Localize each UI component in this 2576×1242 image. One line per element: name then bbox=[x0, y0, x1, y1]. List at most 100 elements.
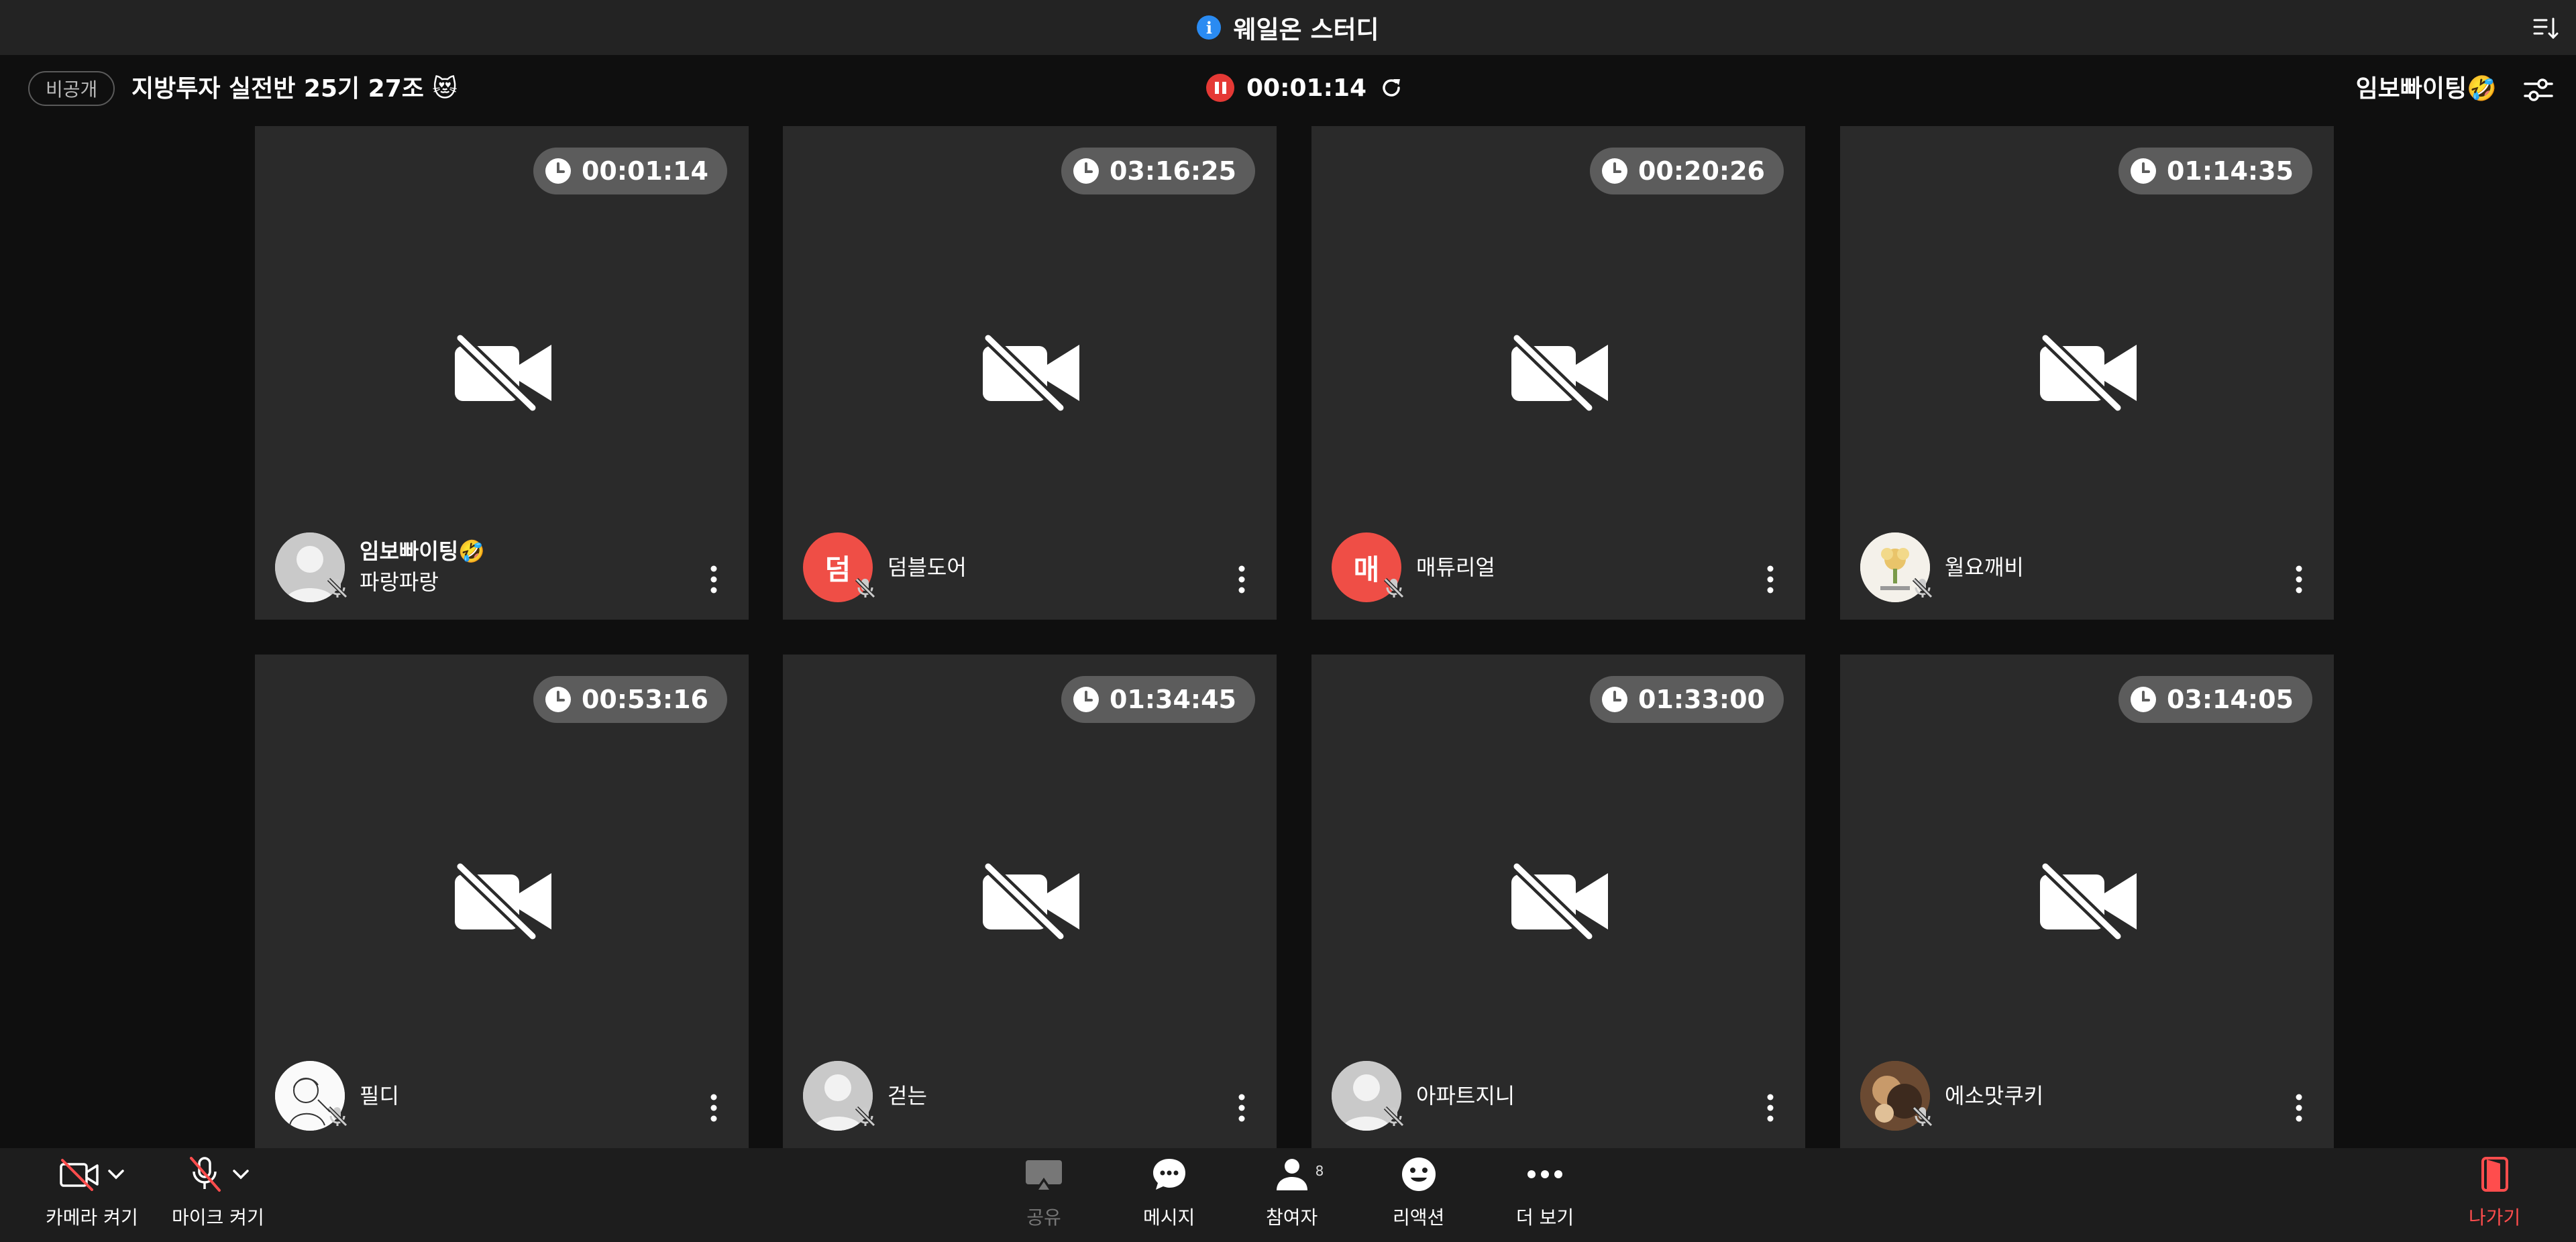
message-button[interactable]: 메시지 bbox=[1143, 1155, 1195, 1230]
mic-muted-icon bbox=[1912, 577, 1933, 599]
more-options-icon[interactable] bbox=[2295, 1093, 2303, 1123]
camera-toggle-button[interactable]: 카메라 켜기 bbox=[46, 1155, 138, 1230]
camera-off-icon bbox=[60, 1159, 99, 1191]
participant-tile[interactable]: 01:34:45 걷는 bbox=[783, 655, 1277, 1148]
clock-icon bbox=[1073, 158, 1099, 184]
more-dots-icon bbox=[1527, 1170, 1563, 1178]
more-options-icon[interactable] bbox=[1766, 1093, 1774, 1123]
participation-duration: 00:53:16 bbox=[533, 676, 727, 723]
more-options-icon[interactable] bbox=[710, 1093, 718, 1123]
meeting-toolbar: 카메라 켜기 마이크 켜기 공유 메시지 8 참여자 리액션 더 보기 나가기 bbox=[0, 1148, 2576, 1242]
camera-off-icon bbox=[454, 862, 551, 940]
duration-text: 01:14:35 bbox=[2166, 156, 2294, 186]
mic-toggle-button[interactable]: 마이크 켜기 bbox=[172, 1155, 264, 1230]
duration-text: 01:34:45 bbox=[1109, 685, 1236, 714]
participation-duration: 00:20:26 bbox=[1589, 148, 1784, 194]
chevron-down-icon[interactable] bbox=[107, 1168, 125, 1181]
chevron-down-icon[interactable] bbox=[231, 1168, 250, 1181]
duration-text: 03:16:25 bbox=[1109, 156, 1236, 186]
participant-name: 덤블도어 bbox=[888, 555, 967, 580]
mic-muted-icon bbox=[855, 1106, 876, 1127]
more-button[interactable]: 더 보기 bbox=[1516, 1155, 1574, 1230]
mic-off-icon bbox=[189, 1157, 221, 1192]
clock-icon bbox=[1601, 687, 1627, 712]
mic-muted-icon bbox=[327, 577, 348, 599]
participation-duration: 03:14:05 bbox=[2118, 676, 2312, 723]
participant-name: 아파트지니 bbox=[1416, 1083, 1515, 1109]
camera-off-icon bbox=[982, 334, 1079, 412]
more-options-icon[interactable] bbox=[2295, 565, 2303, 594]
reaction-label: 리액션 bbox=[1393, 1206, 1445, 1229]
participant-tile[interactable]: 00:20:26 매 매튜리얼 bbox=[1311, 126, 1805, 620]
current-user-name[interactable]: 임보빠이팅🤣 bbox=[2356, 72, 2497, 106]
clock-icon bbox=[1073, 687, 1099, 712]
participants-count: 8 bbox=[1315, 1163, 1324, 1179]
duration-text: 00:20:26 bbox=[1638, 156, 1765, 186]
participation-duration: 01:34:45 bbox=[1061, 676, 1255, 723]
window-titlebar: i 웨일온 스터디 bbox=[0, 0, 2576, 55]
duration-text: 00:01:14 bbox=[581, 156, 708, 186]
mic-muted-icon bbox=[1383, 577, 1405, 599]
camera-off-icon bbox=[1511, 862, 1608, 940]
info-icon[interactable]: i bbox=[1197, 15, 1222, 40]
private-badge: 비공개 bbox=[28, 71, 115, 106]
settings-sliders-icon[interactable] bbox=[2522, 74, 2555, 106]
message-label: 메시지 bbox=[1143, 1206, 1195, 1229]
mic-muted-icon bbox=[1912, 1106, 1933, 1127]
pause-icon[interactable] bbox=[1206, 74, 1234, 102]
clock-icon bbox=[2130, 158, 2156, 184]
person-icon bbox=[1276, 1159, 1307, 1190]
clock-icon bbox=[545, 158, 571, 184]
share-button[interactable]: 공유 bbox=[1024, 1155, 1063, 1230]
participant-name: 걷는 bbox=[888, 1083, 927, 1109]
camera-off-icon bbox=[982, 862, 1079, 940]
participant-name: 에소맛쿠키 bbox=[1945, 1083, 2044, 1109]
participants-button[interactable]: 8 참여자 bbox=[1266, 1155, 1324, 1230]
participant-tile[interactable]: 01:14:35 월요깨비 bbox=[1840, 126, 2334, 620]
session-timer: 00:01:14 bbox=[1206, 74, 1404, 102]
participation-duration: 01:33:00 bbox=[1589, 676, 1784, 723]
participant-name: 매튜리얼 bbox=[1416, 555, 1495, 580]
more-options-icon[interactable] bbox=[1766, 565, 1774, 594]
camera-off-icon bbox=[2039, 334, 2137, 412]
participant-tile[interactable]: 00:53:16 필디 bbox=[255, 655, 749, 1148]
session-elapsed: 00:01:14 bbox=[1246, 74, 1367, 102]
leave-label: 나가기 bbox=[2469, 1206, 2521, 1229]
share-label: 공유 bbox=[1026, 1206, 1061, 1229]
mic-muted-icon bbox=[327, 1106, 348, 1127]
session-header: 비공개 지방투자 실전반 25기 27조 😻 00:01:14 임보빠이팅🤣 bbox=[0, 66, 2576, 115]
participant-name: 월요깨비 bbox=[1945, 555, 2024, 580]
smiley-icon bbox=[1401, 1158, 1436, 1191]
participant-tile[interactable]: 00:01:14 임보빠이팅🤣 파랑파랑 bbox=[255, 126, 749, 620]
exit-door-icon bbox=[2481, 1157, 2508, 1192]
camera-off-icon bbox=[1511, 334, 1608, 412]
participant-tile[interactable]: 03:16:25 덤 덤블도어 bbox=[783, 126, 1277, 620]
window-title: 웨일온 스터디 bbox=[1233, 15, 1379, 44]
more-options-icon[interactable] bbox=[1238, 565, 1246, 594]
participation-duration: 03:16:25 bbox=[1061, 148, 1255, 194]
clock-icon bbox=[545, 687, 571, 712]
leave-button[interactable]: 나가기 bbox=[2469, 1155, 2520, 1230]
more-options-icon[interactable] bbox=[710, 565, 718, 594]
mic-toggle-label: 마이크 켜기 bbox=[172, 1206, 264, 1229]
participation-duration: 00:01:14 bbox=[533, 148, 727, 194]
more-options-icon[interactable] bbox=[1238, 1093, 1246, 1123]
participant-tile[interactable]: 03:14:05 에소맛쿠키 bbox=[1840, 655, 2334, 1148]
duration-text: 00:53:16 bbox=[581, 685, 708, 714]
camera-off-icon bbox=[2039, 862, 2137, 940]
refresh-icon[interactable] bbox=[1379, 75, 1404, 101]
mic-muted-icon bbox=[855, 577, 876, 599]
clock-icon bbox=[2130, 687, 2156, 712]
sort-icon[interactable] bbox=[2532, 15, 2559, 42]
chat-bubble-icon bbox=[1152, 1159, 1185, 1190]
duration-text: 01:33:00 bbox=[1638, 685, 1765, 714]
participation-duration: 01:14:35 bbox=[2118, 148, 2312, 194]
participant-name: 임보빠이팅🤣 bbox=[360, 539, 486, 564]
screen-share-icon bbox=[1026, 1160, 1062, 1190]
participant-subname: 파랑파랑 bbox=[360, 569, 439, 595]
room-name: 지방투자 실전반 25기 27조 😻 bbox=[131, 75, 458, 103]
participant-tile[interactable]: 01:33:00 아파트지니 bbox=[1311, 655, 1805, 1148]
reaction-button[interactable]: 리액션 bbox=[1393, 1155, 1444, 1230]
clock-icon bbox=[1601, 158, 1627, 184]
mic-muted-icon bbox=[1383, 1106, 1405, 1127]
